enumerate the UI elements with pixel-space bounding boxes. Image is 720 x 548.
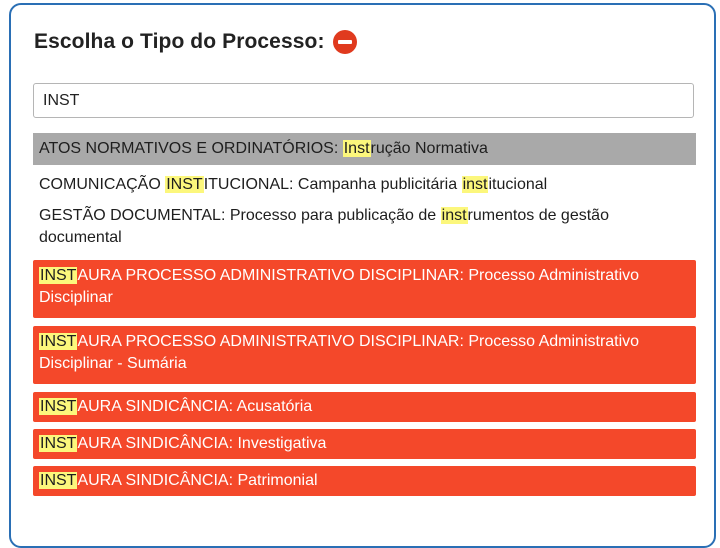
- match-highlight: INST: [165, 176, 204, 193]
- result-text-pre: ATOS NORMATIVOS E ORDINATÓRIOS:: [39, 140, 343, 157]
- result-item[interactable]: COMUNICAÇÃO INSTITUCIONAL: Campanha publ…: [33, 170, 696, 201]
- result-text-post: rução Normativa: [370, 140, 488, 157]
- match-highlight: INST: [39, 398, 78, 415]
- results-list: ATOS NORMATIVOS E ORDINATÓRIOS: Instruçã…: [33, 133, 696, 503]
- minus-circle-icon[interactable]: [332, 30, 357, 54]
- match-highlight: Inst: [342, 140, 371, 157]
- result-item-restricted[interactable]: INSTAURA SINDICÂNCIA: Patrimonial: [33, 466, 696, 496]
- match-highlight: INST: [39, 435, 78, 452]
- result-item-restricted[interactable]: INSTAURA PROCESSO ADMINISTRATIVO DISCIPL…: [33, 326, 696, 384]
- result-text-pre: COMUNICAÇÃO: [39, 176, 166, 193]
- match-highlight: inst: [461, 176, 489, 193]
- result-text-post: AURA PROCESSO ADMINISTRATIVO DISCIPLINAR…: [39, 333, 640, 372]
- result-item[interactable]: ATOS NORMATIVOS E ORDINATÓRIOS: Instruçã…: [33, 133, 696, 165]
- result-text-mid: ITUCIONAL: Campanha publicitária: [203, 176, 462, 193]
- match-highlight: INST: [39, 267, 78, 284]
- result-text-post: itucional: [488, 176, 548, 193]
- result-item[interactable]: GESTÃO DOCUMENTAL: Processo para publica…: [33, 201, 696, 254]
- result-item-restricted[interactable]: INSTAURA SINDICÂNCIA: Acusatória: [33, 392, 696, 422]
- result-item-restricted[interactable]: INSTAURA SINDICÂNCIA: Investigativa: [33, 429, 696, 459]
- result-text-pre: GESTÃO DOCUMENTAL: Processo para publica…: [39, 207, 441, 224]
- result-item-restricted[interactable]: INSTAURA PROCESSO ADMINISTRATIVO DISCIPL…: [33, 260, 696, 318]
- result-text-post: AURA SINDICÂNCIA: Acusatória: [77, 398, 313, 415]
- match-highlight: inst: [440, 207, 468, 224]
- search-input-value: INST: [43, 91, 80, 109]
- result-text-post: AURA PROCESSO ADMINISTRATIVO DISCIPLINAR…: [39, 267, 640, 306]
- title-row: Escolha o Tipo do Processo:: [34, 30, 357, 54]
- result-text-post: AURA SINDICÂNCIA: Patrimonial: [77, 472, 318, 489]
- page-title: Escolha o Tipo do Processo:: [34, 30, 325, 53]
- search-input[interactable]: INST: [33, 83, 694, 118]
- result-text-post: AURA SINDICÂNCIA: Investigativa: [77, 435, 327, 452]
- match-highlight: INST: [39, 472, 78, 489]
- match-highlight: INST: [39, 333, 78, 350]
